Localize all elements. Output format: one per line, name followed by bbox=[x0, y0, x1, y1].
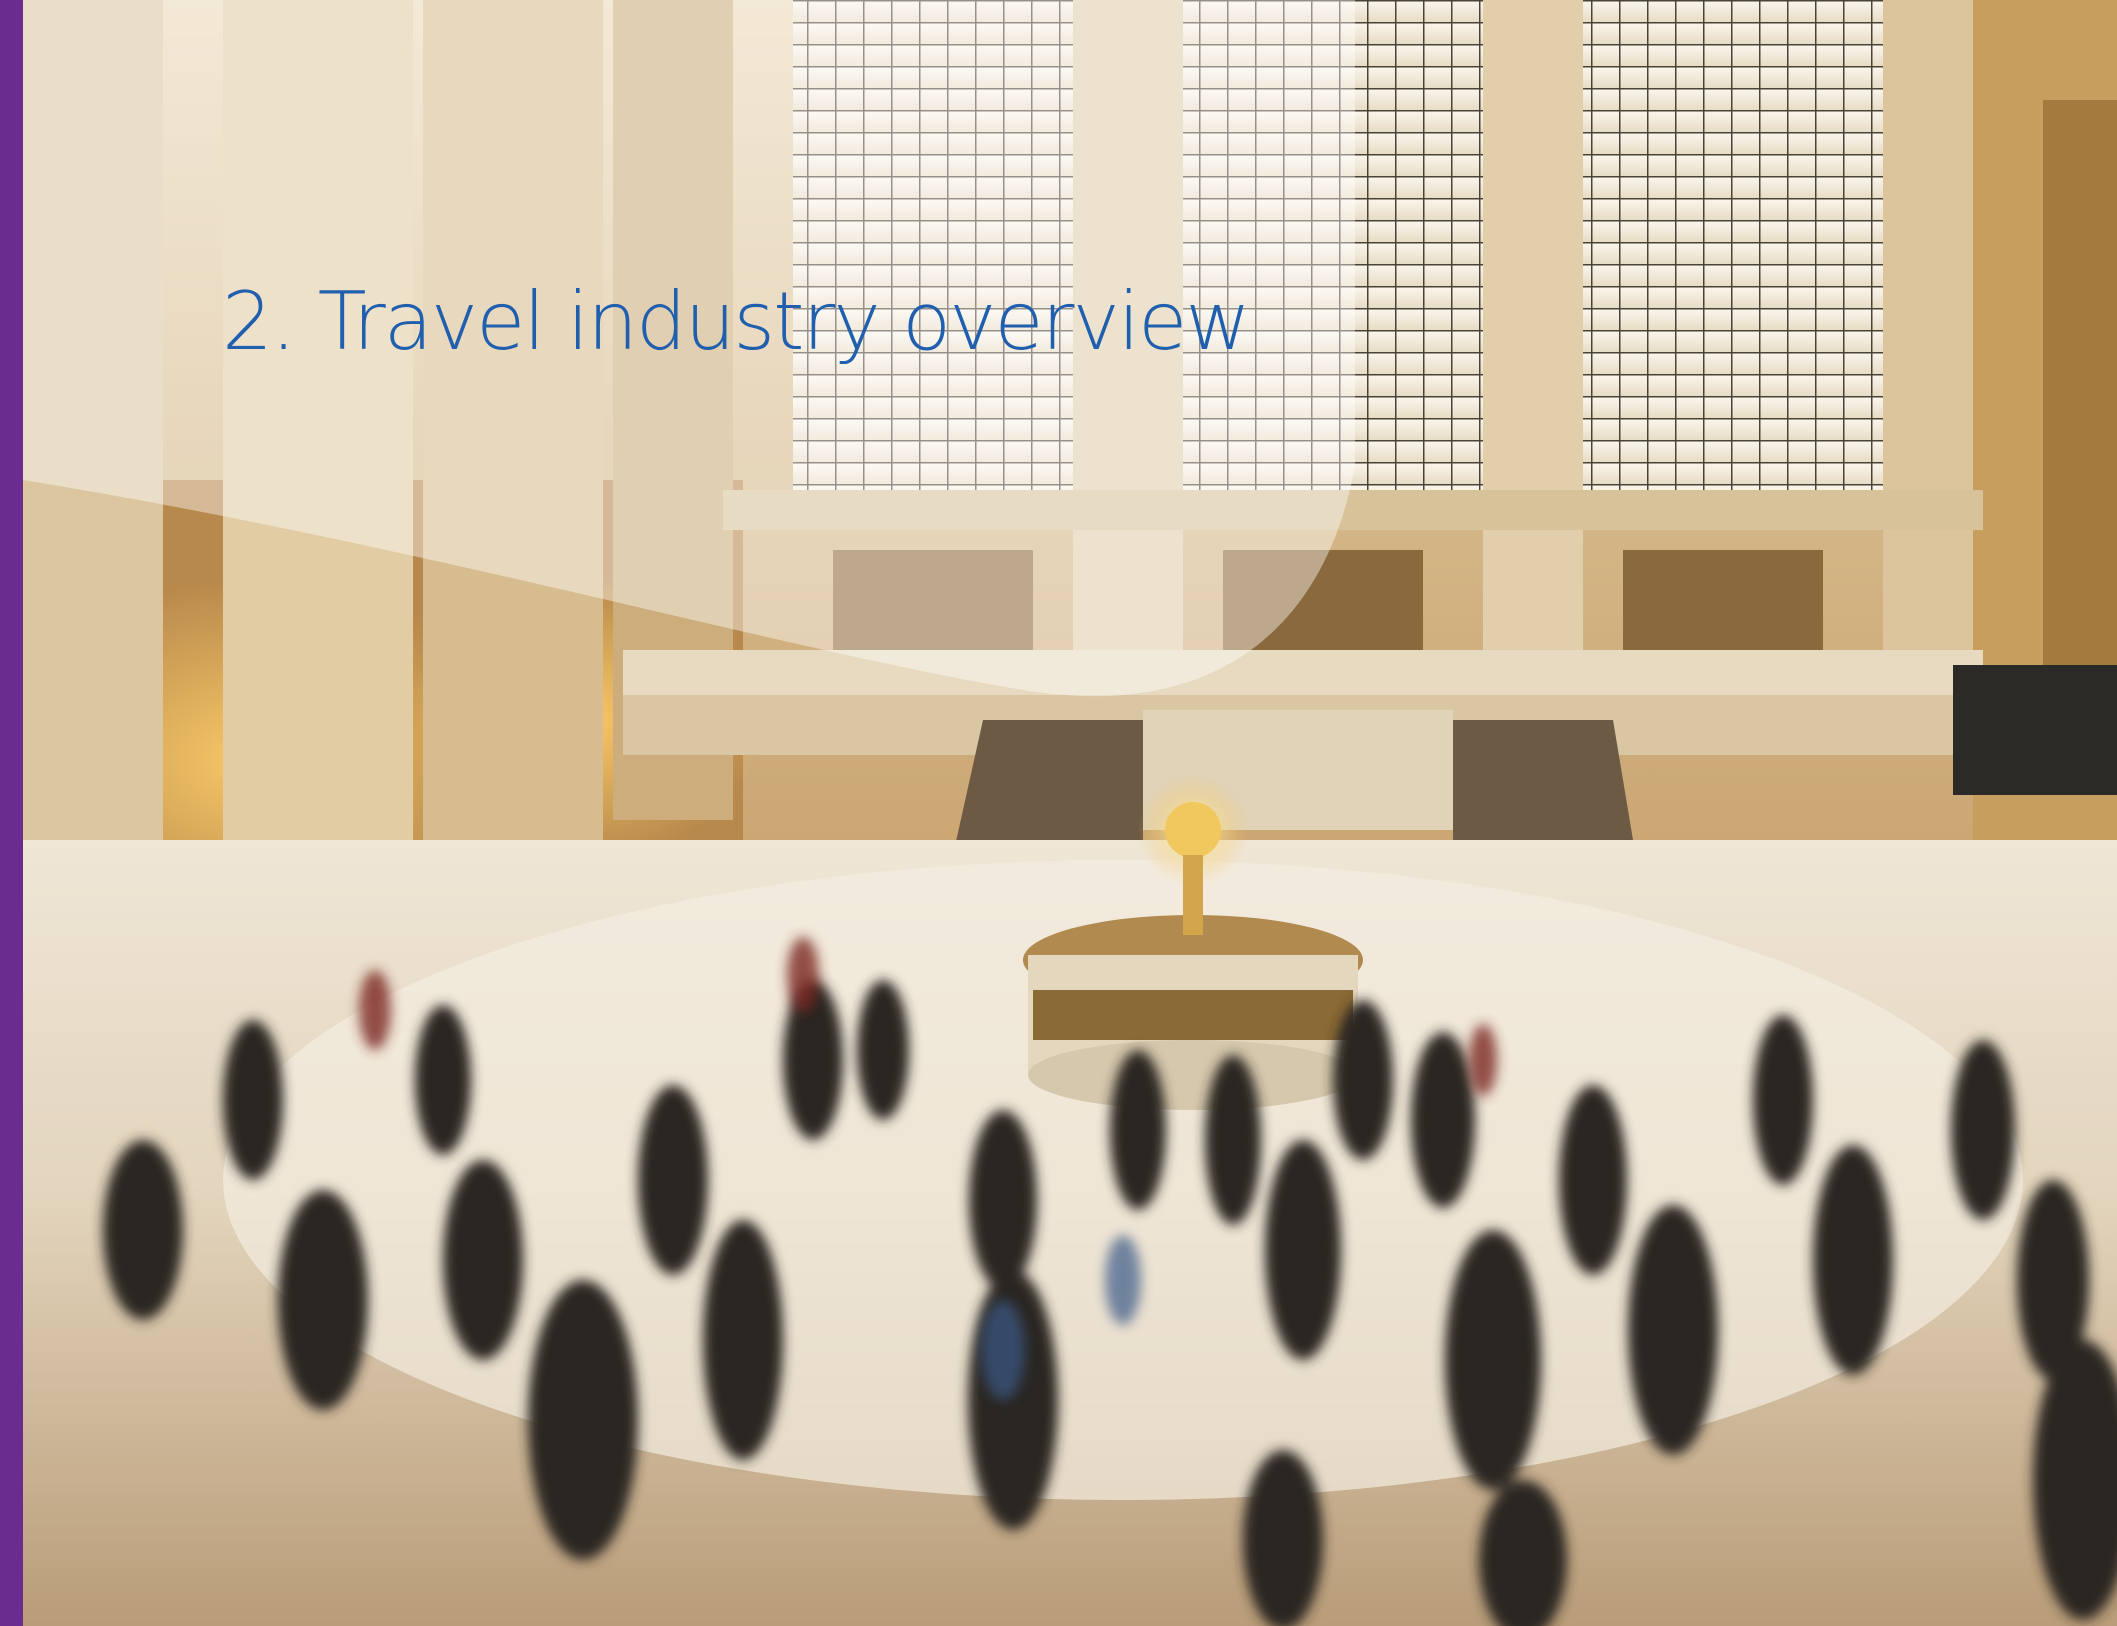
purple-accent-bar bbox=[0, 0, 23, 1626]
section-title: 2. Travel industry overview bbox=[222, 275, 1251, 368]
background-photo bbox=[23, 0, 2117, 1626]
document-page: 2. Travel industry overview bbox=[0, 0, 2117, 1626]
